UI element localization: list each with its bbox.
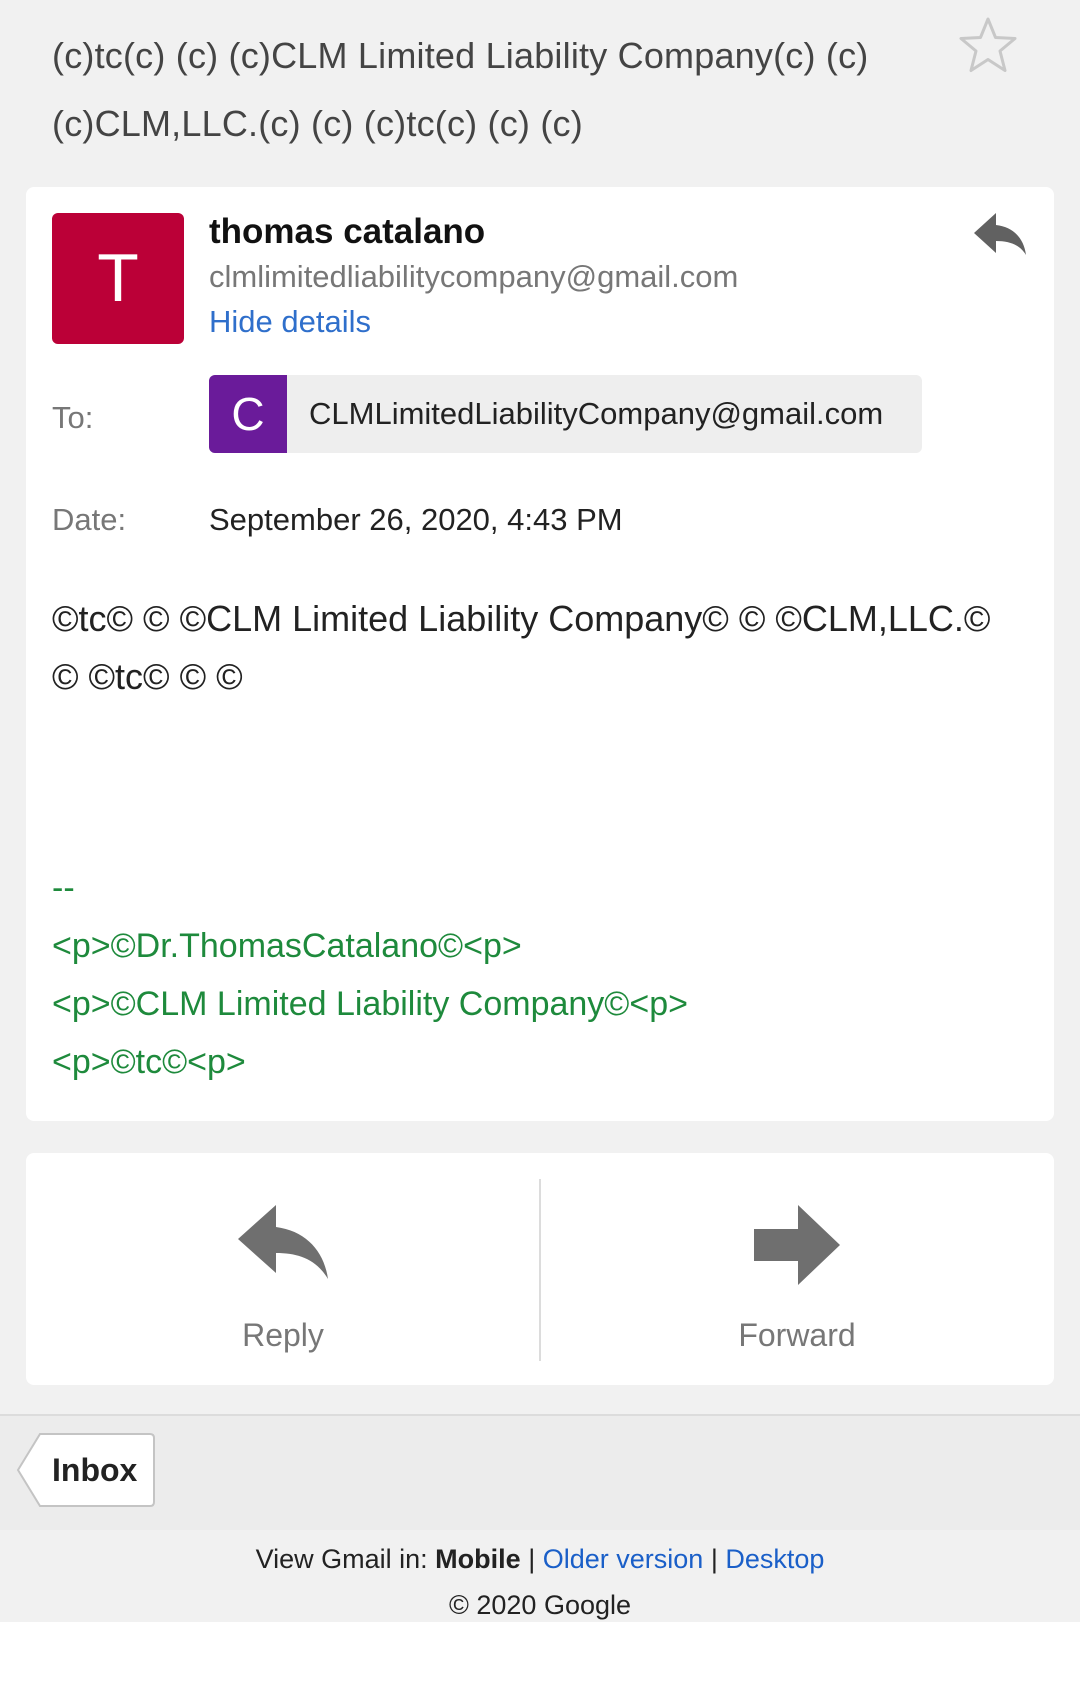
reply-button[interactable]: Reply bbox=[26, 1153, 540, 1385]
signature: -- <p>©Dr.ThomasCatalano©<p> <p>©CLM Lim… bbox=[52, 859, 1032, 1091]
sender-email: clmlimitedliabilitycompany@gmail.com bbox=[209, 259, 739, 294]
star-icon[interactable] bbox=[956, 14, 1020, 78]
subject-line-1: (c)tc(c) (c) (c)CLM Limited Liability Co… bbox=[52, 35, 869, 76]
mobile-label: Mobile bbox=[435, 1544, 521, 1574]
message-card: T thomas catalano clmlimitedliabilitycom… bbox=[26, 187, 1054, 1121]
recipient-avatar: C bbox=[209, 375, 287, 453]
email-subject: (c)tc(c) (c) (c)CLM Limited Liability Co… bbox=[52, 22, 932, 158]
subject-bar: (c)tc(c) (c) (c)CLM Limited Liability Co… bbox=[0, 0, 1080, 176]
body-line-2: © ©tc© © © bbox=[52, 656, 243, 697]
forward-button[interactable]: Forward bbox=[540, 1153, 1054, 1385]
recipient-chip[interactable]: C CLMLimitedLiabilityCompany@gmail.com bbox=[209, 375, 922, 453]
footer: View Gmail in: Mobile | Older version | … bbox=[0, 1530, 1080, 1622]
forward-arrow-icon bbox=[754, 1205, 840, 1285]
recipient-email: CLMLimitedLiabilityCompany@gmail.com bbox=[309, 396, 884, 431]
message-body: ©tc© © ©CLM Limited Liability Company© ©… bbox=[52, 590, 1032, 706]
reply-arrow-icon bbox=[238, 1205, 328, 1279]
view-gmail-in: View Gmail in: Mobile | Older version | … bbox=[0, 1542, 1080, 1576]
subject-line-2: (c)CLM,LLC.(c) (c) (c)tc(c) (c) (c) bbox=[52, 103, 583, 144]
inbox-bar: Inbox bbox=[0, 1414, 1080, 1530]
copyright: © 2020 Google bbox=[448, 1590, 632, 1620]
signature-line-3: <p>©tc©<p> bbox=[52, 1043, 246, 1081]
footer-separator: | bbox=[528, 1544, 536, 1574]
sender-avatar: T bbox=[52, 213, 184, 344]
signature-separator: -- bbox=[52, 869, 75, 907]
date-label: Date: bbox=[52, 502, 127, 537]
page-bottom bbox=[0, 1622, 1080, 1684]
reply-icon[interactable] bbox=[970, 209, 1030, 259]
older-version-link[interactable]: Older version bbox=[543, 1544, 704, 1574]
view-in-label: View Gmail in: bbox=[255, 1544, 428, 1574]
footer-separator: | bbox=[710, 1544, 718, 1574]
date-value: September 26, 2020, 4:43 PM bbox=[209, 502, 623, 537]
actions-card: Reply Forward bbox=[26, 1153, 1054, 1385]
signature-line-1: <p>©Dr.ThomasCatalano©<p> bbox=[52, 927, 522, 965]
desktop-link[interactable]: Desktop bbox=[725, 1544, 824, 1574]
signature-line-2: <p>©CLM Limited Liability Company©<p> bbox=[52, 985, 688, 1023]
to-label: To: bbox=[52, 400, 94, 435]
forward-label: Forward bbox=[738, 1317, 856, 1353]
reply-label: Reply bbox=[242, 1317, 324, 1353]
sender-name: thomas catalano bbox=[209, 212, 486, 251]
hide-details-link[interactable]: Hide details bbox=[209, 302, 371, 342]
inbox-label: Inbox bbox=[52, 1452, 138, 1488]
body-line-1: ©tc© © ©CLM Limited Liability Company© ©… bbox=[52, 598, 991, 639]
